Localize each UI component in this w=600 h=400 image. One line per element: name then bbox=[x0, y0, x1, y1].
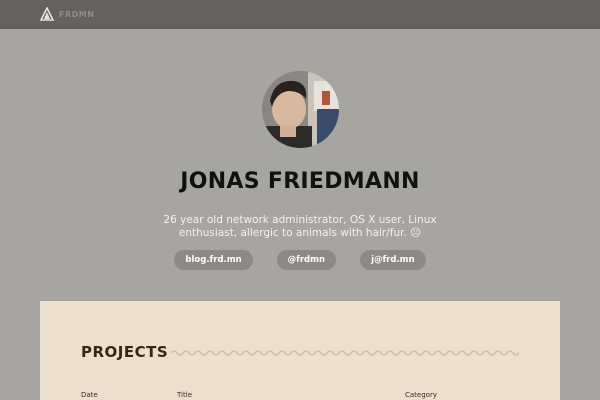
blog-link[interactable]: blog.frd.mn bbox=[174, 250, 253, 270]
column-header-date[interactable]: Date bbox=[81, 391, 98, 399]
column-header-category[interactable]: Category bbox=[405, 391, 437, 399]
projects-card: PROJECTS Date Title Category bbox=[40, 301, 560, 400]
profile-name: JONAS FRIEDMANN bbox=[180, 169, 420, 194]
email-link[interactable]: j@frd.mn bbox=[360, 250, 426, 270]
twitter-link[interactable]: @frdmn bbox=[276, 250, 337, 270]
brand-link[interactable]: FRDMN bbox=[40, 7, 94, 21]
avatar bbox=[262, 71, 339, 148]
avatar-photo bbox=[262, 71, 339, 148]
wave-divider bbox=[171, 350, 519, 356]
profile-bio: 26 year old network administrator, OS X … bbox=[163, 214, 437, 239]
triangle-logo-icon bbox=[40, 7, 54, 21]
column-header-title[interactable]: Title bbox=[177, 391, 192, 399]
page: FRDMN JONAS FRIEDMANN 26 year old networ… bbox=[0, 0, 600, 400]
profile-links: blog.frd.mn @frdmn j@frd.mn bbox=[0, 250, 600, 270]
brand-text: FRDMN bbox=[59, 9, 95, 19]
top-bar: FRDMN bbox=[0, 0, 600, 29]
section-title: PROJECTS bbox=[81, 343, 169, 361]
